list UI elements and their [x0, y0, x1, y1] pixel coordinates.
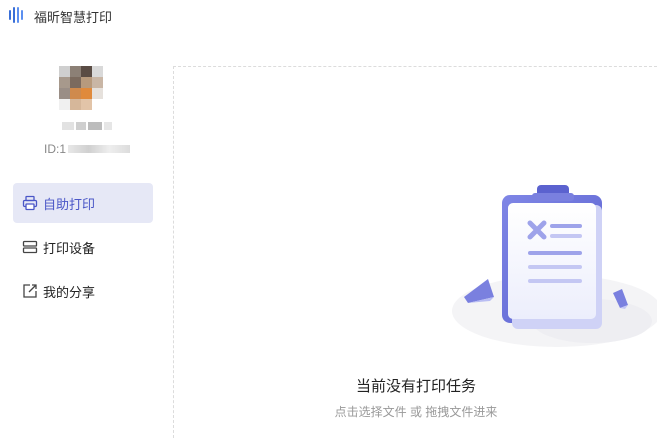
app-title: 福昕智慧打印: [34, 10, 113, 25]
empty-state-hint[interactable]: 点击选择文件 或 拖拽文件进来: [174, 403, 657, 420]
user-id: ID:1: [44, 142, 131, 156]
sidebar: ID:1 自助打印 打印设备 我的分享: [0, 30, 170, 438]
avatar[interactable]: [59, 66, 103, 110]
file-drop-zone[interactable]: 当前没有打印任务 点击选择文件 或 拖拽文件进来: [173, 66, 657, 438]
username-redacted: [62, 121, 118, 131]
app-logo-icon: [9, 7, 23, 23]
empty-clipboard-illustration: [452, 185, 657, 347]
nav-item-label: 打印设备: [43, 240, 96, 256]
nav-item-label: 自助打印: [43, 196, 96, 212]
share-icon: [22, 283, 38, 299]
nav-item-self-print[interactable]: 自助打印: [13, 183, 153, 223]
title-bar: 福昕智慧打印: [0, 0, 657, 30]
empty-state-title: 当前没有打印任务: [355, 378, 476, 395]
nav-item-label: 我的分享: [43, 284, 96, 300]
user-id-prefix: ID:1: [44, 142, 67, 156]
nav-item-my-shares[interactable]: 我的分享: [13, 271, 153, 311]
device-list-icon: [22, 239, 38, 255]
nav-item-print-devices[interactable]: 打印设备: [13, 227, 153, 267]
user-id-redacted: [68, 145, 131, 153]
printer-icon: [22, 195, 38, 211]
